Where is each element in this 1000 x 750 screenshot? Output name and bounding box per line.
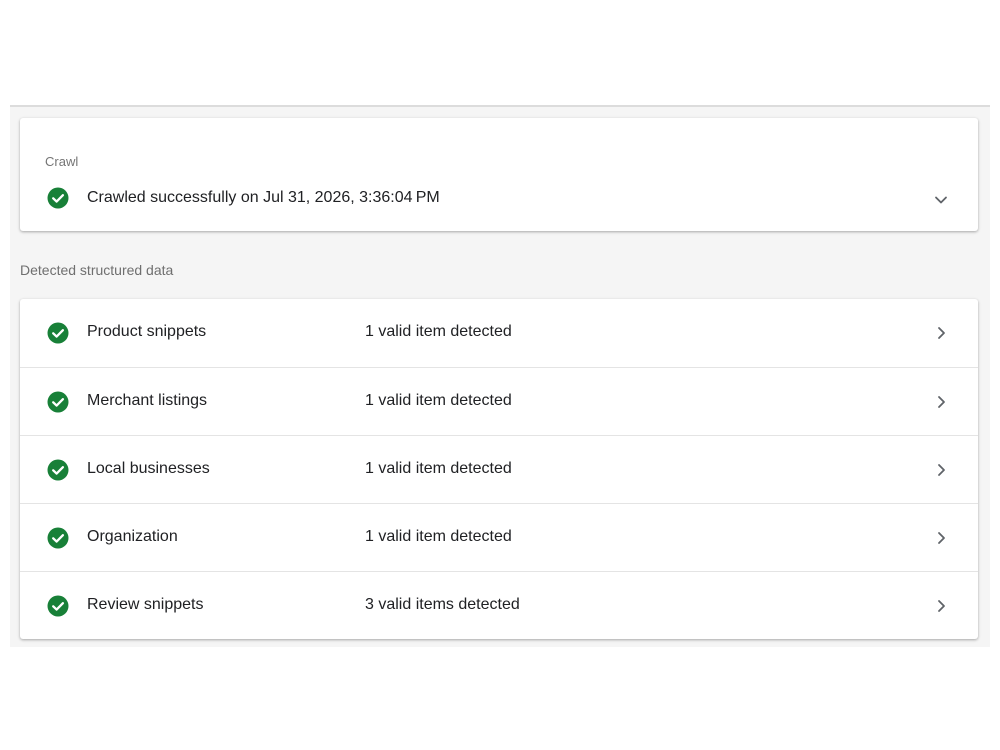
structured-data-row-review-snippets[interactable]: Review snippets 3 valid items detected — [20, 571, 978, 640]
check-circle-icon — [47, 595, 69, 617]
item-status: 1 valid item detected — [365, 392, 512, 409]
chevron-right-icon[interactable] — [933, 325, 949, 341]
chevron-down-icon[interactable] — [933, 192, 949, 208]
check-circle-icon — [47, 187, 69, 209]
chevron-right-icon[interactable] — [933, 530, 949, 546]
item-name: Product snippets — [87, 323, 207, 340]
crawl-heading: Crawl — [45, 154, 79, 169]
structured-data-row-product-snippets[interactable]: Product snippets 1 valid item detected — [20, 299, 978, 367]
crawl-status-text: Crawled successfully on Jul 31, 2026, 3:… — [87, 189, 440, 206]
structured-data-list: Product snippets 1 valid item detected M… — [20, 299, 978, 639]
url-inspection-panel: Crawl Crawled successfully on Jul 31, 20… — [10, 105, 990, 647]
check-circle-icon — [47, 391, 69, 413]
structured-data-row-organization[interactable]: Organization 1 valid item detected — [20, 503, 978, 572]
item-name: Organization — [87, 528, 178, 545]
item-name: Review snippets — [87, 596, 204, 613]
item-status: 3 valid items detected — [365, 596, 520, 613]
item-status: 1 valid item detected — [365, 460, 512, 477]
crawl-status-row[interactable]: Crawled successfully on Jul 31, 2026, 3:… — [20, 180, 978, 220]
item-name: Local businesses — [87, 460, 210, 477]
chevron-right-icon[interactable] — [933, 462, 949, 478]
structured-data-heading: Detected structured data — [20, 262, 174, 278]
item-status: 1 valid item detected — [365, 528, 512, 545]
chevron-right-icon[interactable] — [933, 394, 949, 410]
check-circle-icon — [47, 322, 69, 344]
check-circle-icon — [47, 459, 69, 481]
check-circle-icon — [47, 527, 69, 549]
item-name: Merchant listings — [87, 392, 208, 409]
structured-data-row-local-businesses[interactable]: Local businesses 1 valid item detected — [20, 435, 978, 504]
structured-data-row-merchant-listings[interactable]: Merchant listings 1 valid item detected — [20, 367, 978, 436]
chevron-right-icon[interactable] — [933, 598, 949, 614]
crawl-card: Crawl Crawled successfully on Jul 31, 20… — [20, 118, 978, 231]
item-status: 1 valid item detected — [365, 323, 512, 340]
